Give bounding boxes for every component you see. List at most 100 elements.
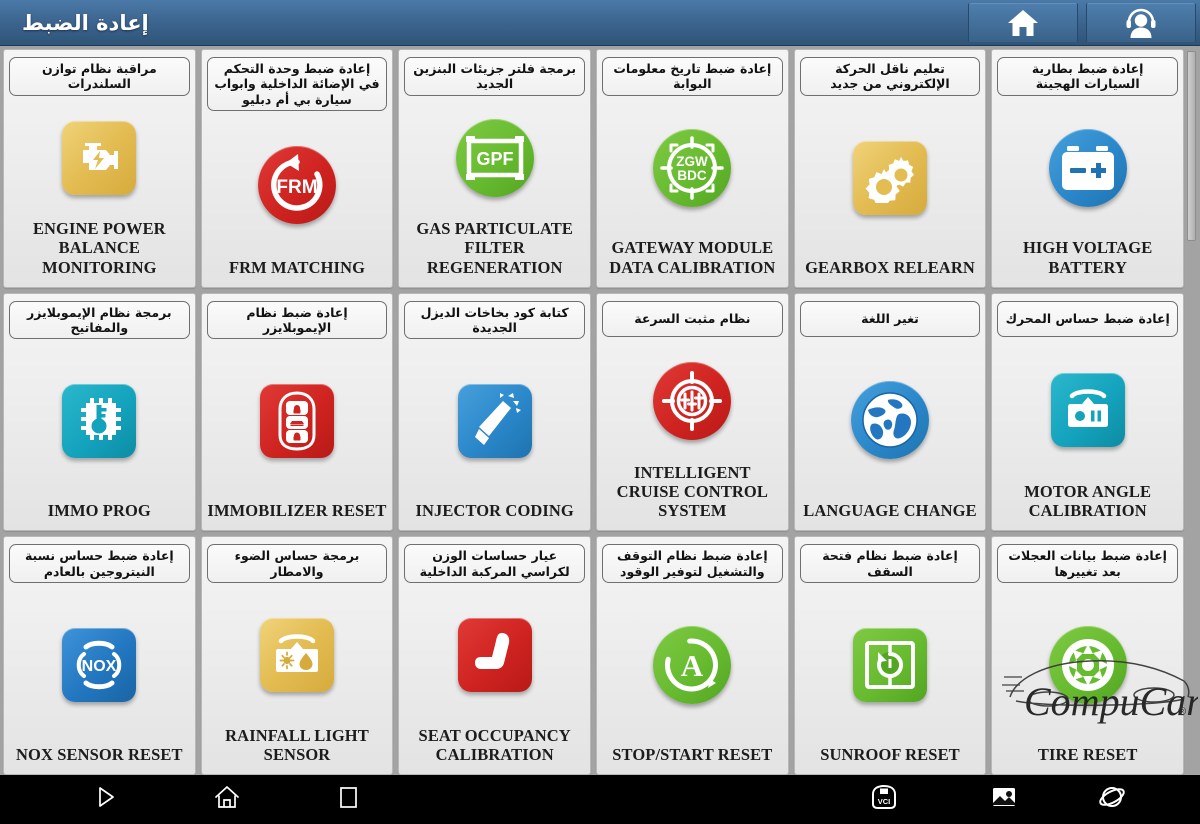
tile-arabic-description: تغير اللغة [799, 300, 981, 337]
tile-label: SEAT OCCUPANCY CALIBRATION [418, 725, 571, 764]
key-fob-icon [259, 384, 334, 459]
tile-icon-wrap [997, 583, 1178, 745]
tile-label: GAS PARTICULATE FILTER REGENERATION [416, 219, 573, 277]
tile-arabic-description: برمجة فلتر جزيئات البنزين الجديد [404, 57, 585, 96]
tile-label: TIRE RESET [1037, 744, 1138, 764]
svg-text:NOX: NOX [82, 658, 117, 675]
svg-text:VCI: VCI [878, 797, 891, 806]
square-outline-icon [337, 785, 359, 814]
tile-arabic-description: إعادة ضبط وحدة التحكم في الإضائة الداخلي… [206, 57, 388, 111]
tile-label: RAINFALL LIGHT SENSOR [225, 725, 369, 764]
scrollbar-track[interactable] [1186, 49, 1197, 775]
tile-label: INJECTOR CODING [415, 501, 574, 521]
tile-icon-wrap [800, 583, 981, 745]
scrollbar-thumb[interactable] [1187, 51, 1196, 241]
tile-arabic-description: إعادة ضبط نظام فتحة السقف [799, 544, 981, 583]
tile-icon-wrap [997, 96, 1178, 239]
function-grid: مراقبة نظام توازن السلندرات ENGINE POWER… [3, 49, 1184, 775]
tile-icon-wrap [404, 583, 585, 726]
svg-text:A: A [681, 648, 704, 683]
tile-arabic-description: إعادة ضبط بيانات العجلات بعد تغييرها [997, 544, 1178, 583]
nav-screenshot-button[interactable] [974, 775, 1034, 824]
function-tile[interactable]: كتابة كود بخاخات الديزل الجديدة INJECTOR… [398, 292, 591, 532]
tile-arabic-description: إعادة ضبط بطارية السيارات الهجينة [997, 57, 1178, 96]
tile-arabic-description: إعادة ضبط نظام الإيموبلايزر [206, 300, 388, 340]
function-tile[interactable]: نظام مثبت السرعة INTELLIGENT CRUISE CONT… [596, 292, 789, 532]
tile-icon-wrap [207, 339, 388, 501]
frm-refresh-icon: FRM [257, 146, 336, 225]
tile-icon-wrap: GPF [404, 96, 585, 220]
image-icon [991, 785, 1017, 814]
tile-label: SUNROOF RESET [820, 744, 960, 764]
tile-icon-wrap [9, 339, 190, 501]
tile-arabic-description: برمجة حساس الضوء والامطار [206, 544, 388, 583]
tile-icon-wrap: A [602, 583, 783, 745]
function-tile[interactable]: إعادة ضبط وحدة التحكم في الإضائة الداخلي… [200, 49, 394, 288]
tile-arabic-description: إعادة ضبط نظام التوقف والتشغيل لتوفير ال… [602, 544, 783, 583]
function-tile[interactable]: برمجة فلتر جزيئات البنزين الجديد GPF GAS … [398, 49, 591, 288]
nav-vci-button[interactable]: VCI [854, 775, 914, 824]
app-root: إعادة الضبط مراقبة نظام توازن السلندرات … [0, 0, 1200, 824]
tile-arabic-description: إعادة ضبط تاريخ معلومات البوابة [602, 57, 783, 96]
tile-label: INTELLIGENT CRUISE CONTROL SYSTEM [616, 462, 768, 521]
header-home-button[interactable] [968, 3, 1078, 42]
tile-arabic-description: إعادة ضبط حساس نسبة النيتروجين بالعادم [9, 544, 190, 583]
globe-icon [850, 380, 929, 459]
tile-label: MOTOR ANGLE CALIBRATION [1024, 482, 1152, 521]
battery-icon [1048, 128, 1127, 207]
tile-icon-wrap: FRM [207, 111, 388, 258]
function-tile[interactable]: إعادة ضبط نظام الإيموبلايزر IMMOBILIZER … [200, 292, 394, 532]
nav-back-button[interactable] [76, 775, 136, 824]
tiles-area: مراقبة نظام توازن السلندرات ENGINE POWER… [0, 46, 1200, 775]
tile-label: IMMO PROG [47, 501, 151, 521]
page-title: إعادة الضبط [22, 10, 149, 35]
home-outline-icon [214, 784, 240, 815]
tile-icon-wrap [9, 96, 190, 220]
gpf-filter-icon: GPF [455, 119, 534, 198]
function-tile[interactable]: إعادة ضبط بيانات العجلات بعد تغييرها TIR… [991, 536, 1184, 775]
nox-icon: NOX [62, 627, 137, 702]
function-tile[interactable]: عيار حساسات الوزن لكراسي المركبة الداخلي… [398, 536, 591, 775]
tile-icon-wrap [602, 337, 783, 463]
header-support-button[interactable] [1086, 3, 1196, 42]
tile-arabic-description: مراقبة نظام توازن السلندرات [9, 57, 190, 96]
function-tile[interactable]: إعادة ضبط نظام التوقف والتشغيل لتوفير ال… [596, 536, 789, 775]
zgw-bdc-target-icon: ZGW BDC [653, 128, 732, 207]
function-tile[interactable]: إعادة ضبط حساس نسبة النيتروجين بالعادم N… [3, 536, 196, 775]
gears-icon [852, 140, 927, 215]
tile-label: STOP/START RESET [612, 744, 773, 764]
tire-icon [1048, 625, 1127, 704]
function-tile[interactable]: إعادة ضبط تاريخ معلومات البوابة ZGW BDC G… [596, 49, 789, 288]
tile-label: NOX SENSOR RESET [16, 744, 183, 764]
tile-icon-wrap [207, 583, 388, 726]
function-tile[interactable]: إعادة ضبط بطارية السيارات الهجينة HIGH V… [991, 49, 1184, 288]
planet-icon [1098, 784, 1126, 815]
function-tile[interactable]: تغير اللغة LANGUAGE CHANGE [793, 292, 987, 532]
tile-icon-wrap: ZGW BDC [602, 96, 783, 239]
nav-browser-button[interactable] [1082, 775, 1142, 824]
motor-sensor-icon [1050, 373, 1125, 448]
tile-arabic-description: إعادة ضبط حساس المحرك [997, 300, 1178, 337]
tile-icon-wrap [800, 337, 981, 502]
header-actions [964, 0, 1200, 45]
function-tile[interactable]: برمجة نظام الإيموبلايزر والمفاتيح IMMO P… [3, 292, 196, 532]
svg-text:FRM: FRM [276, 177, 317, 198]
tile-arabic-description: برمجة نظام الإيموبلايزر والمفاتيح [9, 300, 190, 340]
nav-home-button[interactable] [197, 775, 257, 824]
function-tile[interactable]: مراقبة نظام توازن السلندرات ENGINE POWER… [3, 49, 196, 288]
tile-arabic-description: نظام مثبت السرعة [602, 300, 783, 337]
android-navbar: VCI [0, 775, 1200, 824]
car-seat-icon [457, 618, 532, 693]
tile-label: IMMOBILIZER RESET [207, 501, 387, 521]
tile-label: GEARBOX RELEARN [805, 257, 975, 277]
injector-icon [457, 384, 532, 459]
function-tile[interactable]: إعادة ضبط حساس المحرك MOTOR ANGLE CALIBR… [991, 292, 1184, 532]
sunroof-reset-icon [852, 627, 927, 702]
cruise-target-icon [653, 361, 732, 440]
tile-label: HIGH VOLTAGE BATTERY [1022, 238, 1153, 277]
nav-recents-button[interactable] [318, 775, 378, 824]
svg-text:BDC: BDC [678, 168, 707, 183]
function-tile[interactable]: تعليم ناقل الحركة الإلكتروني من جديد GEA… [793, 49, 987, 288]
function-tile[interactable]: برمجة حساس الضوء والامطار RAINFALL LIGHT… [200, 536, 394, 775]
function-tile[interactable]: إعادة ضبط نظام فتحة السقف SUNROOF RESET [793, 536, 987, 775]
